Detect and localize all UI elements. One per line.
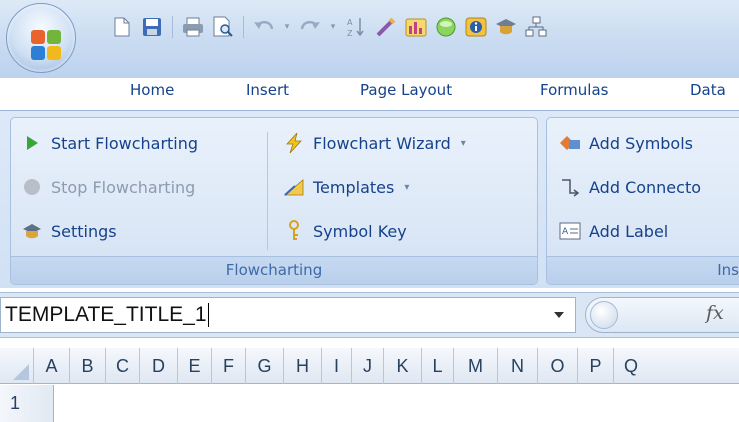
office-logo-icon xyxy=(31,30,61,60)
toolbar-separator xyxy=(243,16,244,38)
svg-text:A: A xyxy=(562,227,569,237)
new-document-icon[interactable] xyxy=(110,15,134,39)
add-label-button[interactable]: A Add Label xyxy=(559,220,668,242)
symbol-key-label: Symbol Key xyxy=(313,221,407,241)
org-chart-icon[interactable] xyxy=(524,15,548,39)
svg-text:Z: Z xyxy=(347,29,353,38)
insert-group-label: Ins xyxy=(547,256,739,284)
column-header-f[interactable]: F xyxy=(212,348,246,384)
flowchart-wizard-button[interactable]: Flowchart Wizard ▾ xyxy=(283,132,466,154)
flowcharting-group-label: Flowcharting xyxy=(11,256,537,284)
column-header-g[interactable]: G xyxy=(246,348,284,384)
column-header-n[interactable]: N xyxy=(498,348,538,384)
flowcharting-group: Start Flowcharting Stop Flowcharting Set… xyxy=(10,117,538,285)
start-flowcharting-button[interactable]: Start Flowcharting xyxy=(21,132,198,154)
column-header-q[interactable]: Q xyxy=(614,348,739,384)
column-header-l[interactable]: L xyxy=(422,348,454,384)
insert-group: Add Symbols Add Connecto A Add Label Ins xyxy=(546,117,739,285)
green-circle-icon[interactable] xyxy=(434,15,458,39)
symbol-key-button[interactable]: Symbol Key xyxy=(283,220,407,242)
dropdown-caret-icon[interactable]: ▾ xyxy=(282,15,292,39)
play-icon xyxy=(21,132,43,154)
name-box-dropdown-icon[interactable] xyxy=(549,305,569,325)
name-box[interactable]: TEMPLATE_TITLE_1 xyxy=(0,297,576,333)
settings-label: Settings xyxy=(51,221,117,241)
tab-data[interactable]: Data xyxy=(690,81,726,99)
start-flowcharting-label: Start Flowcharting xyxy=(51,133,199,153)
undo-icon[interactable] xyxy=(252,15,276,39)
add-connector-button[interactable]: Add Connecto xyxy=(559,176,701,198)
formula-bar: TEMPLATE_TITLE_1 fx xyxy=(0,292,739,338)
add-symbols-icon xyxy=(559,132,581,154)
stop-flowcharting-button[interactable]: Stop Flowcharting xyxy=(21,176,195,198)
insert-function-button[interactable]: fx xyxy=(706,302,724,324)
templates-button[interactable]: Templates ▾ xyxy=(283,176,409,198)
select-all-corner[interactable] xyxy=(0,348,34,384)
group-separator xyxy=(267,132,268,250)
title-bar: ▾ ▾ AZ Home Insert Page Layout Formulas … xyxy=(0,0,739,99)
row-header-1[interactable]: 1 xyxy=(0,385,54,422)
name-box-value: TEMPLATE_TITLE_1 xyxy=(5,303,207,326)
select-all-icon xyxy=(13,364,29,380)
dropdown-caret-icon: ▾ xyxy=(460,137,466,149)
lightning-icon xyxy=(283,132,305,154)
toolbar-separator xyxy=(172,16,173,38)
column-header-i[interactable]: I xyxy=(322,348,352,384)
stop-icon xyxy=(21,176,43,198)
cancel-formula-icon[interactable] xyxy=(590,301,618,329)
column-header-e[interactable]: E xyxy=(178,348,212,384)
stop-flowcharting-label: Stop Flowcharting xyxy=(51,177,196,197)
ribbon: Start Flowcharting Stop Flowcharting Set… xyxy=(0,110,739,288)
column-header-b[interactable]: B xyxy=(70,348,106,384)
office-button[interactable] xyxy=(6,3,76,73)
label-icon: A xyxy=(559,220,581,242)
connector-icon xyxy=(559,176,581,198)
print-preview-icon[interactable] xyxy=(211,15,235,39)
ribbon-tabs: Home Insert Page Layout Formulas Data xyxy=(0,76,739,104)
hat-icon[interactable] xyxy=(494,15,518,39)
add-symbols-button[interactable]: Add Symbols xyxy=(559,132,693,154)
worksheet-row: 1 xyxy=(0,385,739,422)
column-header-h[interactable]: H xyxy=(284,348,322,384)
dropdown-caret-icon: ▾ xyxy=(404,181,410,193)
column-header-m[interactable]: M xyxy=(454,348,498,384)
tab-insert[interactable]: Insert xyxy=(246,81,289,99)
add-connector-label: Add Connecto xyxy=(589,177,702,197)
add-label-label: Add Label xyxy=(589,221,669,241)
tab-page-layout[interactable]: Page Layout xyxy=(360,81,452,99)
quick-access-toolbar: ▾ ▾ AZ xyxy=(110,14,548,40)
templates-label: Templates xyxy=(313,177,395,197)
column-header-k[interactable]: K xyxy=(384,348,422,384)
add-symbols-label: Add Symbols xyxy=(589,133,693,153)
settings-button[interactable]: Settings xyxy=(21,220,117,242)
sort-icon[interactable]: AZ xyxy=(344,15,368,39)
column-header-o[interactable]: O xyxy=(538,348,578,384)
column-header-d[interactable]: D xyxy=(140,348,178,384)
column-header-c[interactable]: C xyxy=(106,348,140,384)
settings-icon xyxy=(21,220,43,242)
redo-icon[interactable] xyxy=(298,15,322,39)
tab-home[interactable]: Home xyxy=(130,81,174,99)
tab-formulas[interactable]: Formulas xyxy=(540,81,608,99)
formula-controls: fx xyxy=(585,297,739,333)
flowchart-wizard-label: Flowchart Wizard xyxy=(313,133,451,153)
column-header-a[interactable]: A xyxy=(34,348,70,384)
info-icon[interactable] xyxy=(464,15,488,39)
text-cursor xyxy=(207,303,209,328)
column-header-p[interactable]: P xyxy=(578,348,614,384)
templates-icon xyxy=(283,176,305,198)
column-headers: A B C D E F G H I J K L M N O P Q xyxy=(0,348,739,384)
print-icon[interactable] xyxy=(181,15,205,39)
column-header-j[interactable]: J xyxy=(352,348,384,384)
svg-text:A: A xyxy=(347,18,353,27)
save-icon[interactable] xyxy=(140,15,164,39)
chart-icon[interactable] xyxy=(404,15,428,39)
dropdown-caret-icon[interactable]: ▾ xyxy=(328,15,338,39)
key-icon xyxy=(283,220,305,242)
spelling-icon[interactable] xyxy=(374,15,398,39)
